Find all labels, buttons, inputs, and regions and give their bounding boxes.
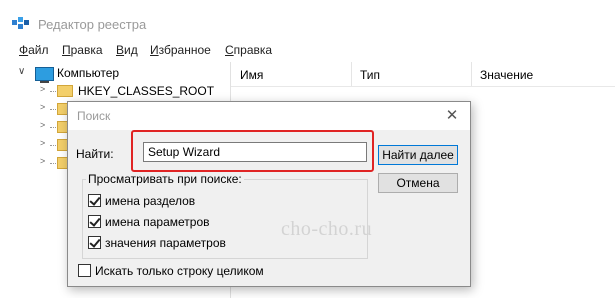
dialog-title-bar: Поиск ✕ xyxy=(68,102,470,130)
menu-bar: Файл Правка Вид Избранное Справка xyxy=(0,40,615,60)
values-list-header: Имя Тип Значение xyxy=(231,62,615,87)
group-label: Просматривать при поиске: xyxy=(86,172,244,186)
chevron-right-icon[interactable]: > xyxy=(40,138,45,148)
title-bar: Редактор реестра xyxy=(0,0,615,38)
cancel-button[interactable]: Отмена xyxy=(378,173,458,193)
registry-editor-icon xyxy=(12,17,29,29)
window-title: Редактор реестра xyxy=(38,17,147,32)
column-header-type[interactable]: Тип xyxy=(360,68,380,82)
checkbox-checked-icon[interactable] xyxy=(88,215,101,228)
menu-view[interactable]: Вид xyxy=(116,43,138,57)
tree-item-label: HKEY_CLASSES_ROOT xyxy=(78,84,215,98)
menu-help[interactable]: Справка xyxy=(225,43,272,57)
menu-favorites[interactable]: Избранное xyxy=(150,43,211,57)
checkbox-checked-icon[interactable] xyxy=(88,194,101,207)
chevron-right-icon[interactable]: > xyxy=(40,156,45,166)
find-label: Найти: xyxy=(76,147,114,161)
watermark: cho-cho.ru xyxy=(281,218,373,240)
folder-icon xyxy=(57,85,73,97)
close-icon[interactable]: ✕ xyxy=(442,106,462,126)
highlight-box xyxy=(131,130,374,172)
checkbox-checked-icon[interactable] xyxy=(88,236,101,249)
dialog-title: Поиск xyxy=(77,109,111,123)
column-header-value[interactable]: Значение xyxy=(480,68,533,82)
menu-edit[interactable]: Правка xyxy=(62,43,103,57)
column-header-name[interactable]: Имя xyxy=(240,68,263,82)
find-dialog: Поиск ✕ Найти: Найти далее Отмена Просма… xyxy=(67,101,471,287)
checkbox-unchecked-icon[interactable] xyxy=(78,264,91,277)
find-next-button[interactable]: Найти далее xyxy=(378,145,458,165)
chevron-right-icon[interactable]: > xyxy=(40,102,45,112)
tree-item-label: Компьютер xyxy=(57,66,120,80)
chevron-right-icon[interactable]: > xyxy=(40,120,45,130)
chevron-right-icon[interactable]: > xyxy=(40,84,45,94)
menu-file[interactable]: Файл xyxy=(19,43,49,57)
computer-icon xyxy=(35,67,54,83)
chevron-down-icon[interactable]: ∨ xyxy=(18,66,25,77)
